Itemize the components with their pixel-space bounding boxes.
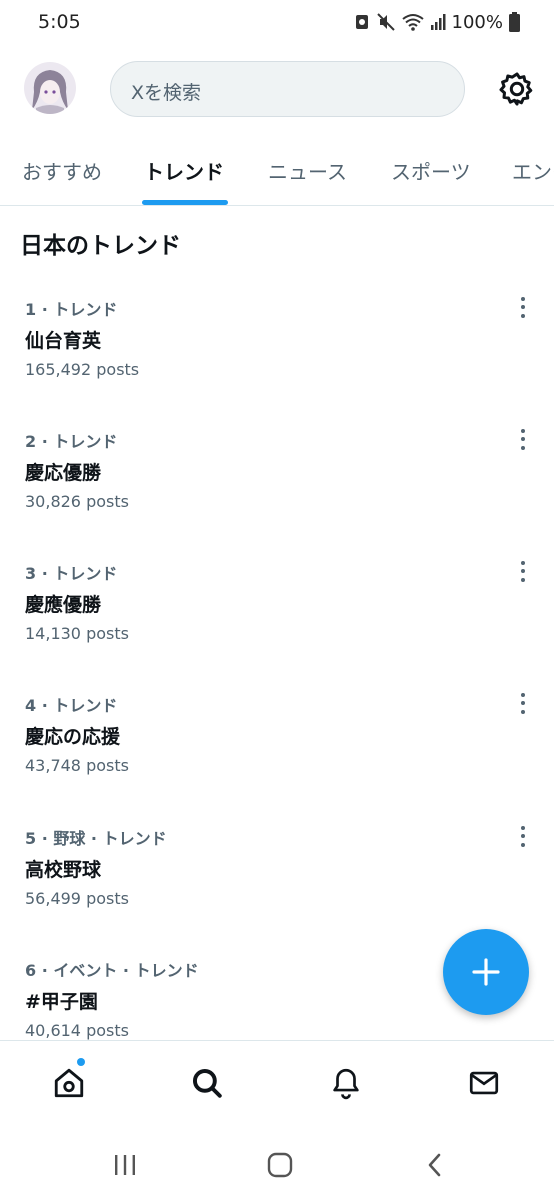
plus-icon (472, 958, 500, 986)
trend-item[interactable]: 3 · トレンド 慶應優勝 14,130 posts (0, 560, 554, 692)
trend-posts: 14,130 posts (25, 624, 129, 643)
nav-notifications[interactable] (326, 1063, 366, 1103)
more-options-icon[interactable] (514, 556, 532, 586)
back-button[interactable] (420, 1150, 450, 1180)
status-icons: 100% (354, 10, 520, 34)
tab-recommended[interactable]: おすすめ (22, 156, 102, 185)
status-time: 5:05 (38, 11, 81, 33)
more-options-icon[interactable] (514, 292, 532, 322)
trend-name: #甲子園 (25, 991, 98, 1013)
trend-posts: 56,499 posts (25, 889, 129, 908)
avatar-image (24, 62, 76, 114)
notification-app-icon (355, 15, 368, 29)
status-bar: 5:05 100% (0, 0, 554, 46)
trend-posts: 30,826 posts (25, 492, 129, 511)
mute-icon (376, 13, 395, 31)
home-circle-icon (267, 1152, 293, 1178)
explore-tabs: おすすめ トレンド ニュース スポーツ エンタ (0, 144, 554, 206)
trend-posts: 43,748 posts (25, 756, 129, 775)
search-input[interactable]: Xを検索 (110, 61, 465, 117)
bottom-nav (0, 1040, 554, 1128)
trend-name: 高校野球 (25, 859, 102, 881)
trend-meta: 6 · イベント · トレンド (25, 961, 199, 980)
trend-item[interactable]: 2 · トレンド 慶応優勝 30,826 posts (0, 428, 554, 560)
trend-item[interactable]: 4 · トレンド 慶応の応援 43,748 posts (0, 692, 554, 824)
recents-button[interactable] (110, 1150, 140, 1180)
compose-button[interactable] (443, 929, 529, 1015)
more-options-icon[interactable] (514, 821, 532, 851)
active-tab-indicator (142, 200, 228, 205)
search-placeholder: Xを検索 (131, 82, 202, 104)
trend-name: 慶応優勝 (25, 462, 102, 484)
tab-trending[interactable]: トレンド (144, 156, 224, 185)
search-icon (192, 1068, 222, 1098)
tab-sports[interactable]: スポーツ (391, 156, 471, 185)
signal-icon (430, 14, 446, 30)
trend-name: 慶應優勝 (25, 594, 102, 616)
more-options-icon[interactable] (514, 688, 532, 718)
trend-name: 慶応の応援 (25, 726, 121, 748)
battery-icon (509, 12, 520, 32)
more-options-icon[interactable] (514, 424, 532, 454)
system-nav-bar (0, 1128, 554, 1200)
back-icon (428, 1153, 441, 1177)
wifi-icon (401, 14, 424, 31)
nav-home[interactable] (49, 1063, 89, 1103)
trend-item[interactable]: 1 · トレンド 仙台育英 165,492 posts (0, 296, 554, 428)
battery-percent: 100% (451, 11, 503, 33)
trend-meta: 4 · トレンド (25, 696, 118, 715)
nav-search[interactable] (187, 1063, 227, 1103)
home-icon (54, 1068, 84, 1098)
tab-news[interactable]: ニュース (268, 156, 347, 185)
section-title: 日本のトレンド (20, 233, 181, 259)
system-home-button[interactable] (265, 1150, 295, 1180)
gear-icon[interactable] (498, 70, 536, 108)
trend-posts: 165,492 posts (25, 360, 140, 379)
trend-meta: 3 · トレンド (25, 564, 118, 583)
tab-entertainment[interactable]: エンタ (512, 156, 554, 185)
avatar[interactable] (24, 62, 76, 114)
bell-icon (333, 1068, 359, 1100)
header: Xを検索 (0, 46, 554, 144)
nav-messages[interactable] (464, 1063, 504, 1103)
recents-icon (115, 1155, 135, 1175)
trend-name: 仙台育英 (25, 330, 102, 352)
trend-meta: 1 · トレンド (25, 300, 118, 319)
notification-dot (77, 1058, 85, 1066)
trend-meta: 5 · 野球 · トレンド (25, 829, 167, 848)
mail-icon (469, 1071, 499, 1095)
trend-posts: 40,614 posts (25, 1021, 129, 1040)
trend-meta: 2 · トレンド (25, 432, 118, 451)
